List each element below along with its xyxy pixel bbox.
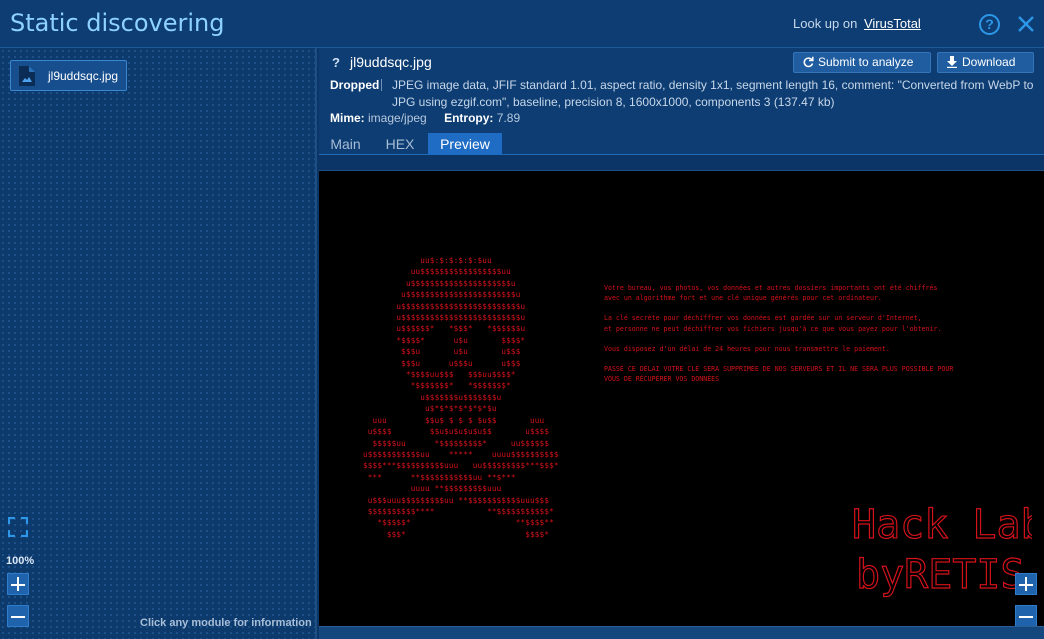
hacklab-logo: Hack Lab byRETIS	[852, 501, 1032, 598]
preview-zoom-in-button[interactable]	[1015, 573, 1037, 595]
ransom-paragraph: PASSÉ CE DÉLAI VOTRE CLÉ SERA SUPPRIMÉE …	[604, 365, 954, 384]
close-icon[interactable]	[1015, 13, 1037, 35]
skull-ascii-art: uu$:$:$:$:$:$uu uu$$$$$$$$$$$$$$$$$uu u$…	[363, 256, 559, 539]
virustotal-lookup: Look up on VirusTotal	[793, 16, 921, 31]
view-tabs: Main HEX Preview	[319, 133, 1044, 155]
preview-zoom-out-button[interactable]	[1015, 605, 1037, 627]
zoom-in-button[interactable]	[7, 573, 29, 595]
submit-to-analyze-button[interactable]: Submit to analyze	[793, 52, 931, 73]
download-label: Download	[962, 55, 1016, 69]
zoom-out-button[interactable]	[7, 605, 29, 627]
fullscreen-icon[interactable]	[8, 517, 28, 537]
entropy-label: Entropy:	[444, 111, 494, 125]
mime-value: image/jpeg	[368, 111, 427, 125]
entropy-value: 7.89	[496, 111, 521, 125]
tab-preview[interactable]: Preview	[428, 133, 502, 155]
mime-row: Mime: image/jpeg Entropy: 7.89	[330, 111, 534, 125]
image-preview: uu$:$:$:$:$:$uu uu$$$$$$$$$$$$$$$$$uu u$…	[319, 171, 1044, 626]
ransom-paragraph: Vous disposez d'un délai de 24 heures po…	[604, 344, 890, 353]
ransom-paragraph: La clé secrète pour déchiffrer vos donné…	[604, 314, 942, 333]
tab-hex[interactable]: HEX	[376, 133, 424, 155]
preview-scrollbar[interactable]	[319, 626, 1044, 639]
file-info-panel: ? jl9uddsqc.jpg Submit to analyze Downlo…	[319, 48, 1044, 155]
separator	[381, 79, 382, 91]
file-name: jl9uddsqc.jpg	[350, 54, 432, 70]
module-graph-panel: jl9uddsqc.jpg 100% Click any module for …	[0, 48, 317, 639]
zoom-level: 100%	[6, 555, 35, 567]
preview-toolbar-gap	[319, 155, 1044, 171]
logo-line-2: byRETIS	[856, 552, 1025, 598]
tab-main[interactable]: Main	[319, 133, 372, 155]
top-bar: Static discovering Look up on VirusTotal…	[0, 0, 1044, 48]
file-node-label: jl9uddsqc.jpg	[48, 69, 119, 83]
ransom-paragraph: Votre bureau, vos photos, vos données et…	[604, 284, 938, 303]
app-title: Static discovering	[10, 9, 225, 37]
help-icon[interactable]: ?	[979, 14, 1000, 35]
minus-icon	[1019, 616, 1033, 618]
image-file-icon	[19, 66, 35, 86]
ransom-note: Votre bureau, vos photos, vos données et…	[604, 283, 1024, 394]
minus-icon	[11, 616, 25, 618]
download-icon	[947, 56, 957, 68]
dropped-label: Dropped	[330, 78, 380, 92]
mime-label: Mime:	[330, 111, 365, 125]
unknown-type-icon: ?	[332, 55, 340, 70]
virustotal-link[interactable]: VirusTotal	[864, 16, 921, 31]
download-button[interactable]: Download	[937, 52, 1034, 73]
module-hint: Click any module for information	[140, 617, 312, 629]
submit-label: Submit to analyze	[818, 55, 914, 69]
logo-line-1: Hack Lab	[852, 502, 1032, 548]
file-description: JPEG image data, JFIF standard 1.01, asp…	[392, 78, 1034, 109]
lookup-prefix: Look up on	[793, 16, 858, 31]
file-node-chip[interactable]: jl9uddsqc.jpg	[10, 60, 127, 91]
refresh-icon	[803, 56, 814, 68]
